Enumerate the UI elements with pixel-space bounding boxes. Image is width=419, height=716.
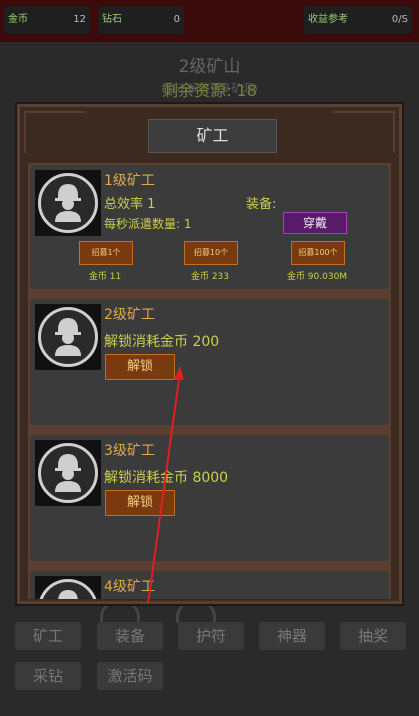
miner-card-level-1: 1级矿工 总效率 1 装备: 每秒派遣数量: 1 穿戴 招募1个 招募10个 招… [30,165,389,289]
miner-title: 4级矿工 [104,579,155,595]
income-label: 收益参考 [308,14,348,25]
miner-avatar [35,440,101,506]
miner-panel: 矿工 1级矿工 总效率 1 装备: 每秒派遣数量: 1 穿戴 招募1个 招募10… [17,104,402,604]
income-counter: 收益参考 0/S [304,6,412,34]
gold-label: 金币 [8,14,28,25]
equip-button[interactable]: 穿戴 [283,212,347,234]
panel-ornament [24,111,86,153]
mine-title: 2级矿山 [178,57,241,77]
miner-icon [55,184,81,222]
dispatch-text: 每秒派遣数量: 1 [104,217,192,231]
unlock-cost-text: 解锁消耗金币 8000 [104,470,229,486]
miner-card-level-4: 4级矿工 [30,571,389,599]
gold-counter: 金币 12 [4,6,90,34]
miner-icon [55,318,81,356]
recruit-100-cost: 金币 90.030M [286,272,348,282]
miner-avatar [35,576,101,599]
unlock-button[interactable]: 解锁 [105,354,175,380]
status-bar: 金币 12 钻石 0 收益参考 0/S [0,0,419,42]
miner-card-level-2: 2级矿工 解锁消耗金币 200 解锁 [30,299,389,425]
miner-avatar [35,170,101,236]
panel-ornament [333,111,395,153]
unlock-button[interactable]: 解锁 [105,490,175,516]
miner-icon [55,454,81,492]
nav-equipment-button[interactable]: 装备 [97,622,163,650]
miner-title: 1级矿工 [104,173,155,189]
diamond-label: 钻石 [102,14,122,25]
miner-avatar [35,304,101,370]
recruit-100-button[interactable]: 招募100个 [291,241,345,265]
panel-title: 矿工 [148,119,277,153]
remaining-resources: 剩余资源: 18 [162,81,257,100]
miner-title: 2级矿工 [104,307,155,323]
miner-list[interactable]: 1级矿工 总效率 1 装备: 每秒派遣数量: 1 穿戴 招募1个 招募10个 招… [28,163,391,599]
nav-diamond-mining-button[interactable]: 采钻 [15,662,81,690]
nav-amulet-button[interactable]: 护符 [178,622,244,650]
recruit-10-button[interactable]: 招募10个 [184,241,238,265]
miner-title: 3级矿工 [104,443,155,459]
equipment-label: 装备: [246,197,277,212]
gold-value: 12 [73,14,86,25]
nav-miner-button[interactable]: 矿工 [15,622,81,650]
diamond-value: 0 [173,14,180,25]
nav-activation-code-button[interactable]: 激活码 [97,662,163,690]
diamond-counter: 钻石 0 [98,6,184,34]
miner-card-level-3: 3级矿工 解锁消耗金币 8000 解锁 [30,435,389,561]
income-value: 0/S [391,14,408,25]
recruit-1-button[interactable]: 招募1个 [79,241,133,265]
miner-icon [58,590,78,599]
recruit-1-cost: 金币 11 [88,272,122,282]
unlock-cost-text: 解锁消耗金币 200 [104,334,220,350]
efficiency-text: 总效率 1 [104,197,156,212]
nav-artifact-button[interactable]: 神器 [259,622,325,650]
nav-lottery-button[interactable]: 抽奖 [340,622,406,650]
recruit-10-cost: 金币 233 [190,272,230,282]
